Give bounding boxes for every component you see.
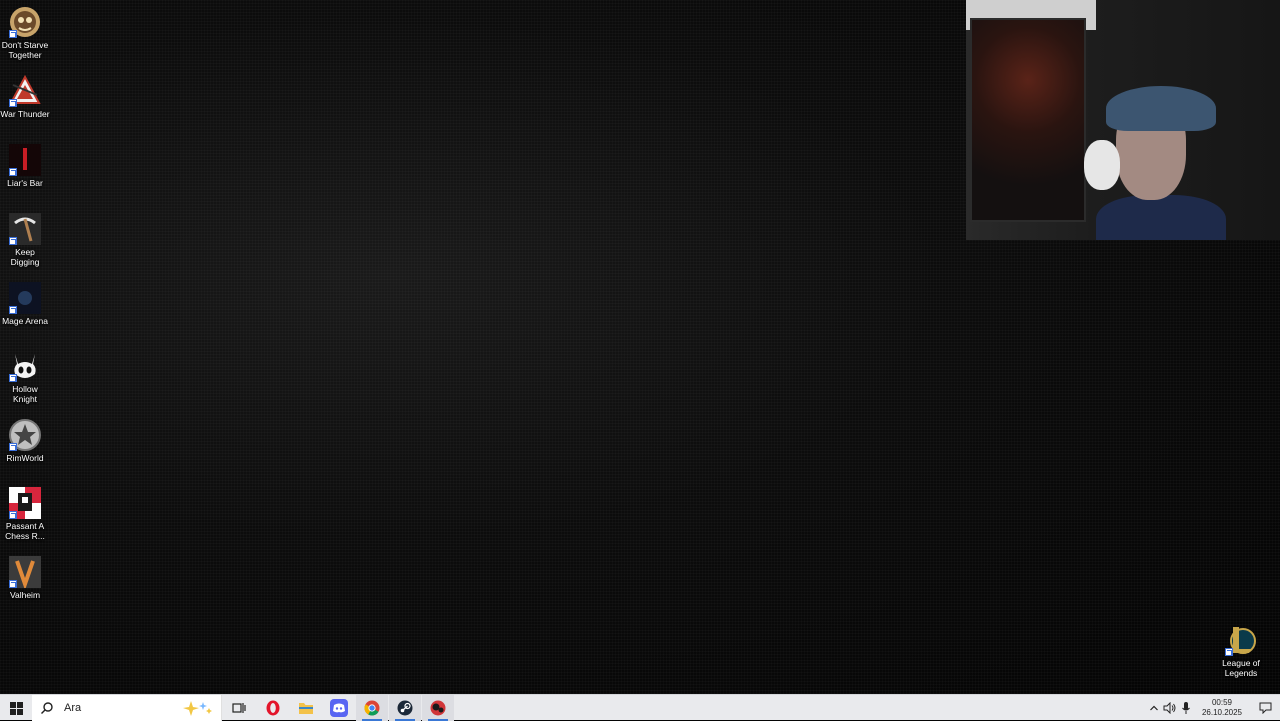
desktop-icon-label: Passant A Chess R...: [5, 521, 45, 541]
show-hidden-icons-button[interactable]: [1146, 695, 1162, 721]
system-tray: 00:59 26.10.2025: [1146, 695, 1280, 721]
search-icon: [41, 702, 53, 714]
microphone-icon: [1182, 702, 1190, 714]
valheim-icon: [9, 556, 41, 591]
discord-icon: [330, 699, 348, 717]
taskbar: Ara 00:59 26.10.2025: [0, 694, 1280, 721]
volume-button[interactable]: [1162, 695, 1178, 721]
league-of-legends-icon: [1225, 624, 1257, 656]
passant-chess-icon: [9, 487, 41, 519]
desktop-icon-rimworld[interactable]: RimWorld: [0, 413, 50, 463]
war-thunder-icon: [9, 74, 41, 107]
task-view-icon: [232, 703, 246, 713]
notification-icon: [1259, 702, 1271, 714]
webcam-poster: [970, 18, 1086, 222]
task-view-button[interactable]: [223, 695, 255, 721]
desktop-icon-liars-bar[interactable]: Liar's Bar: [0, 138, 50, 188]
desktop-icon-label: Mage Arena: [2, 316, 48, 326]
mage-arena-icon: [9, 282, 41, 314]
opera-icon: [266, 700, 280, 716]
desktop-icon-label: Liar's Bar: [7, 178, 43, 188]
desktop-icon-label: Hollow Knight: [12, 384, 38, 404]
chevron-up-icon: [1150, 705, 1158, 711]
desktop-icon-label: Valheim: [9, 590, 41, 600]
start-button[interactable]: [0, 695, 32, 721]
search-highlight-icon: [183, 701, 212, 716]
taskbar-discord[interactable]: [323, 695, 355, 721]
taskbar-clock[interactable]: 00:59 26.10.2025: [1194, 698, 1250, 718]
desktop-icon-war-thunder[interactable]: War Thunder: [0, 69, 50, 119]
taskbar-steam[interactable]: [389, 695, 421, 721]
webcam-overlay: [966, 0, 1280, 240]
clock-time: 00:59: [1211, 698, 1233, 707]
desktop-icon-label: Keep Digging: [10, 247, 40, 267]
dont-starve-together-icon: [9, 6, 41, 38]
desktop-icon-label: RimWorld: [6, 453, 44, 463]
chrome-icon: [364, 700, 380, 716]
riot-client-icon: [430, 700, 446, 716]
keep-digging-icon: [9, 213, 41, 245]
desktop-icon-passant-chess[interactable]: Passant A Chess R...: [0, 481, 50, 541]
desktop-icon-keep-digging[interactable]: Keep Digging: [0, 207, 50, 267]
taskbar-riot-client[interactable]: [422, 695, 454, 721]
rimworld-icon: [9, 419, 41, 451]
search-placeholder: Ara: [64, 702, 82, 714]
clock-date: 26.10.2025: [1201, 708, 1243, 717]
desktop-icon-mage-arena[interactable]: Mage Arena: [0, 276, 50, 326]
microphone-button[interactable]: [1178, 695, 1194, 721]
desktop-icon-label: Don't Starve Together: [1, 40, 49, 60]
speaker-icon: [1163, 702, 1176, 714]
desktop-background[interactable]: Don't Starve Together War Thunder Liar's…: [0, 0, 1280, 694]
desktop-icon-league-of-legends[interactable]: League of Legends: [1216, 618, 1266, 678]
steam-icon: [397, 700, 413, 716]
taskbar-chrome[interactable]: [356, 695, 388, 721]
taskbar-file-explorer[interactable]: [290, 695, 322, 721]
desktop-icon-valheim[interactable]: Valheim: [0, 550, 50, 600]
taskbar-search-box[interactable]: Ara: [32, 695, 222, 721]
desktop-icon-label: War Thunder: [0, 109, 50, 119]
hollow-knight-icon: [9, 350, 41, 382]
desktop-icon-hollow-knight[interactable]: Hollow Knight: [0, 344, 50, 404]
notification-center-button[interactable]: [1250, 695, 1280, 721]
taskbar-opera[interactable]: [257, 695, 289, 721]
desktop-icon-dont-starve-together[interactable]: Don't Starve Together: [0, 0, 50, 60]
file-explorer-icon: [299, 703, 313, 714]
windows-logo-icon: [9, 701, 23, 715]
desktop-icon-label: League of Legends: [1222, 658, 1260, 678]
liars-bar-icon: [9, 144, 41, 176]
